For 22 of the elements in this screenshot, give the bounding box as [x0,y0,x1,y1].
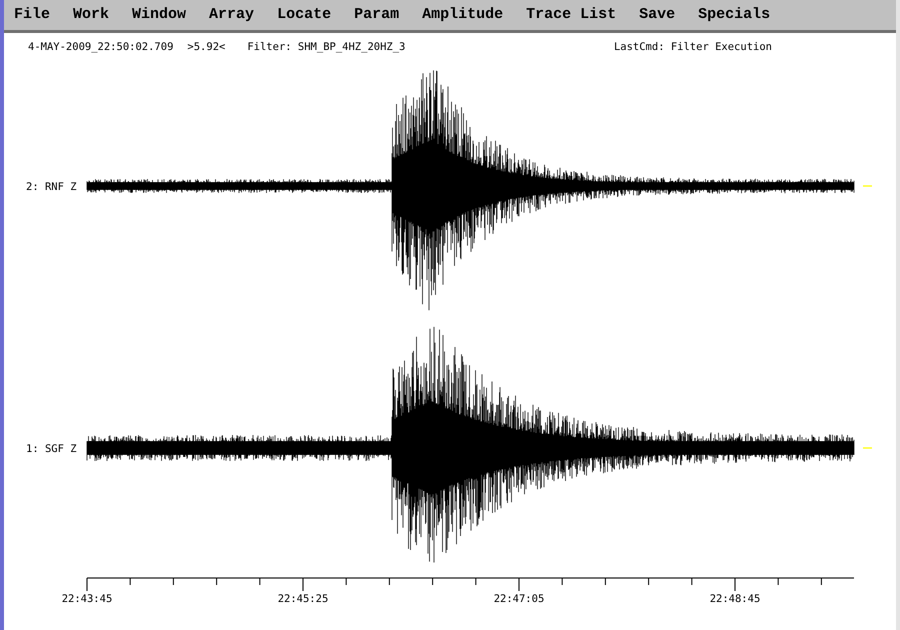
menu-item[interactable]: Save [633,5,682,25]
zoom-factor: >5.92< [187,40,226,52]
trace-label: 1: SGF Z [26,443,77,455]
menu-item[interactable]: Locate [271,5,338,25]
menu-item[interactable]: Trace List [520,5,622,25]
time-label: 22:47:05 [494,593,544,605]
menu-item[interactable]: Param [348,5,406,25]
trace-marker [863,447,872,449]
menu-item[interactable]: Work [67,5,116,25]
filter-name: Filter: SHM_BP_4HZ_20HZ_3 [247,40,406,52]
trace-label: 2: RNF Z [26,181,77,193]
time-label: 22:48:45 [710,593,760,605]
timestamp: 4-MAY-2009_22:50:02.709 [28,40,174,52]
menu-item[interactable]: Specials [692,5,776,25]
time-label: 22:43:45 [62,593,112,605]
menu-item[interactable]: Array [203,5,260,25]
menu-item[interactable]: Window [126,5,192,25]
trace-marker [863,185,872,187]
menu-item[interactable]: File [8,5,56,25]
menu-item[interactable]: Amplitude [416,5,510,25]
last-command: LastCmd: Filter Execution [614,40,772,52]
time-label: 22:45:25 [278,593,328,605]
